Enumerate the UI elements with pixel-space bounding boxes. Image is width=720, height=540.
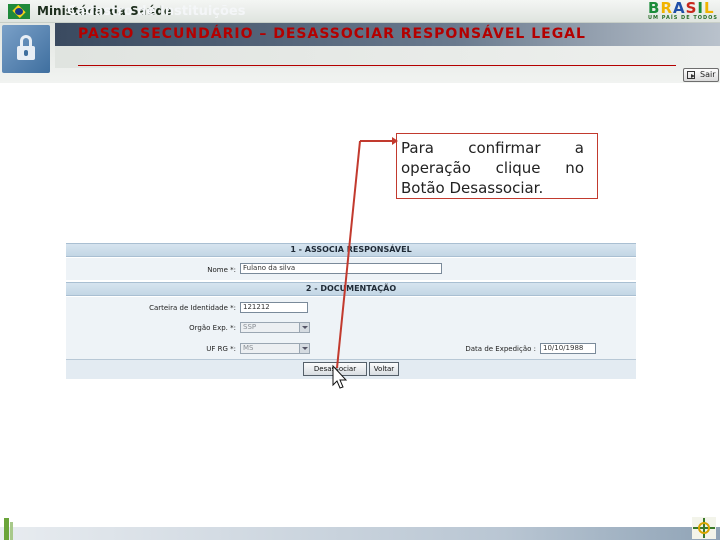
- pointer-arrowhead: [392, 137, 398, 145]
- footer-bar: [0, 518, 720, 540]
- mouse-cursor-icon: [332, 364, 348, 389]
- footer-accent: [4, 518, 9, 540]
- pointer-line-diagonal: [336, 140, 361, 369]
- footer-accent: [10, 522, 13, 540]
- target-icon: [692, 517, 716, 539]
- pointer-overlay: [332, 137, 398, 389]
